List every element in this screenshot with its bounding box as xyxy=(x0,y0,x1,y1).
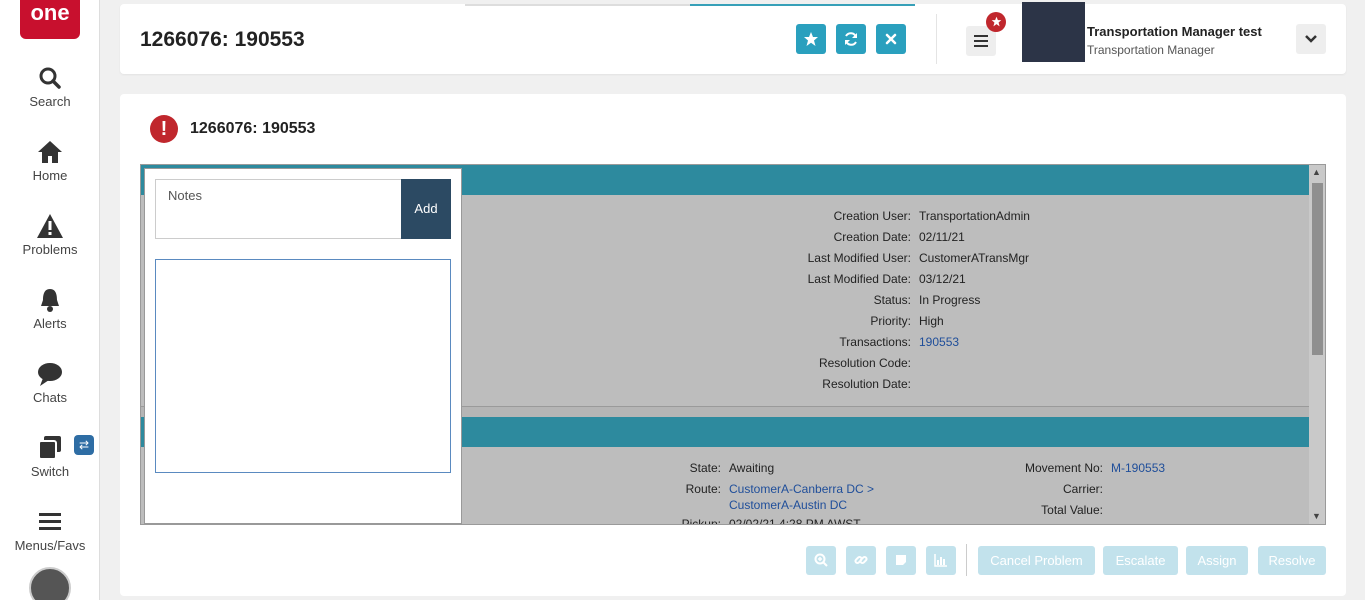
notes-button[interactable] xyxy=(886,546,916,575)
notes-panel: Notes Add xyxy=(144,168,462,524)
logo-text: one xyxy=(30,0,70,25)
scroll-thumb[interactable] xyxy=(1312,183,1323,355)
hamburger-icon xyxy=(39,513,61,530)
chart-button[interactable] xyxy=(926,546,956,575)
field-label: Total Value: xyxy=(1041,503,1103,517)
bell-icon xyxy=(41,289,59,312)
field-label: Creation Date: xyxy=(833,230,911,244)
resolve-button[interactable]: Resolve xyxy=(1258,546,1326,575)
sidebar: one Search Home Problems Alerts Chats Sw… xyxy=(0,0,100,600)
sidebar-item-problems[interactable]: Problems xyxy=(0,212,100,257)
problem-title: 1266076: 190553 xyxy=(190,120,316,137)
assign-button[interactable]: Assign xyxy=(1186,546,1248,575)
chevron-down-icon xyxy=(1305,35,1317,43)
star-icon xyxy=(804,32,818,46)
star-icon xyxy=(991,16,1001,27)
error-icon: ! xyxy=(150,115,178,143)
field-value: TransportationAdmin xyxy=(919,209,1030,223)
field-label: Carrier: xyxy=(1062,482,1103,496)
warning-icon xyxy=(37,214,63,238)
cancel-problem-button[interactable]: Cancel Problem xyxy=(978,546,1095,575)
windows-icon xyxy=(38,436,61,460)
field-value: CustomerATransMgr xyxy=(919,251,1030,265)
assistant-avatar[interactable] xyxy=(29,567,71,600)
field-label: Movement No: xyxy=(1024,461,1103,475)
priority-value: High xyxy=(919,314,944,328)
header-divider xyxy=(936,14,937,64)
sidebar-item-home[interactable]: Home xyxy=(0,138,100,183)
note-icon xyxy=(896,555,906,565)
field-label: Status: xyxy=(873,293,911,307)
escalate-button[interactable]: Escalate xyxy=(1103,546,1178,575)
zoom-in-icon xyxy=(814,553,828,567)
scroll-up-icon[interactable]: ▲ xyxy=(1312,167,1321,177)
user-avatar[interactable] xyxy=(1022,2,1085,62)
page-title: 1266076: 190553 xyxy=(140,28,305,51)
sidebar-item-label: Menus/Favs xyxy=(14,538,86,553)
favorites-badge[interactable] xyxy=(986,12,1006,32)
field-label: Priority: xyxy=(870,314,911,328)
one-logo[interactable]: one xyxy=(20,0,80,39)
search-icon xyxy=(39,67,61,89)
field-label: Resolution Date: xyxy=(822,377,911,391)
swap-icon[interactable]: ⇄ xyxy=(74,435,94,455)
zoom-in-button[interactable] xyxy=(806,546,836,575)
close-icon xyxy=(885,33,897,45)
add-note-button[interactable]: Add xyxy=(401,179,451,239)
notes-list[interactable] xyxy=(155,259,451,473)
status-value: In Progress xyxy=(919,293,981,307)
scroll-down-icon[interactable]: ▼ xyxy=(1312,511,1321,521)
sidebar-item-chats[interactable]: Chats xyxy=(0,360,100,405)
sidebar-item-label: Search xyxy=(29,94,71,109)
field-label: Last Modified User: xyxy=(807,251,911,265)
content-scrollbar[interactable]: ▲ ▼ xyxy=(1309,165,1325,524)
field-label: Transactions: xyxy=(839,335,911,349)
movement-no-link[interactable]: M-190553 xyxy=(1111,461,1165,475)
sidebar-item-alerts[interactable]: Alerts xyxy=(0,286,100,331)
user-role: Transportation Manager xyxy=(1087,43,1215,57)
action-divider xyxy=(966,544,967,576)
field-value: 02/11/21 xyxy=(919,230,965,244)
hamburger-icon xyxy=(974,35,988,47)
sidebar-item-label: Switch xyxy=(30,464,70,479)
active-tab-indicator xyxy=(690,4,915,6)
field-label: Last Modified Date: xyxy=(807,272,911,286)
sidebar-item-label: Chats xyxy=(33,390,67,405)
refresh-button[interactable] xyxy=(836,24,866,54)
favorite-button[interactable] xyxy=(796,24,826,54)
home-icon xyxy=(38,141,62,163)
field-value: 03/12/21 xyxy=(919,272,966,286)
chat-bubble-icon xyxy=(38,363,62,386)
field-label: Creation User: xyxy=(833,209,911,223)
refresh-icon xyxy=(845,32,857,46)
sidebar-item-label: Home xyxy=(32,168,68,183)
sidebar-item-menus-favs[interactable]: Menus/Favs xyxy=(0,508,100,553)
close-button[interactable] xyxy=(876,24,906,54)
link-icon xyxy=(854,555,868,565)
user-name: Transportation Manager test xyxy=(1087,24,1262,39)
transaction-link[interactable]: 190553 xyxy=(919,335,959,349)
notes-input[interactable]: Notes xyxy=(155,179,402,239)
link-button[interactable] xyxy=(846,546,876,575)
user-dropdown-button[interactable] xyxy=(1296,24,1326,54)
field-label: Resolution Code: xyxy=(818,356,911,370)
tab-indicator xyxy=(465,4,690,6)
sidebar-item-label: Problems xyxy=(22,242,78,257)
header: 1266076: 190553 Transportation Manager t… xyxy=(120,2,1346,74)
sidebar-item-label: Alerts xyxy=(33,316,67,331)
chart-icon xyxy=(934,554,947,567)
sidebar-item-search[interactable]: Search xyxy=(0,64,100,109)
